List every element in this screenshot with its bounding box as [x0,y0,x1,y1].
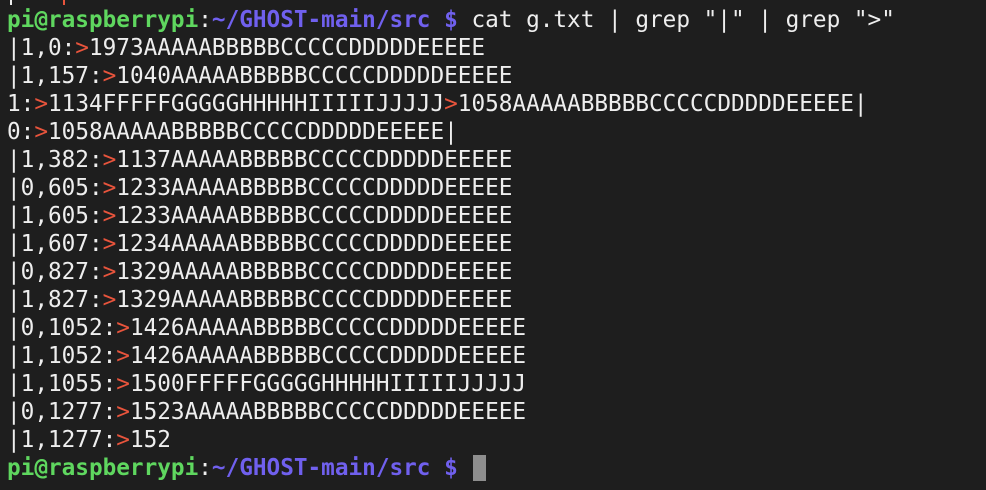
line-content: 1137AAAAABBBBBCCCCCDDDDDEEEEE [116,147,513,173]
current-prompt-line[interactable]: pi@raspberrypi:~/GHOST-main/src $ [7,454,986,482]
match-arrow: > [102,287,117,313]
line-content: 1500FFFFFGGGGGHHHHHIIIIIJJJJJ [129,371,527,397]
match-arrow: > [116,427,130,453]
output-line: 1:>1134FFFFFGGGGGHHHHHIIIIIJJJJJ>1058AAA… [7,90,986,118]
prompt-separator: : [198,455,212,481]
match-arrow: > [116,315,130,341]
output-line: |1,0:>1973AAAAABBBBBCCCCCDDDDDEEEEE [7,34,986,62]
line-prefix: 1: [7,91,35,117]
line-prefix: 0: [7,119,35,145]
output-line: |1,1055:>1500FFFFFGGGGGHHHHHIIIIIJJJJJ [7,370,986,398]
output-line: |1,157:>1040AAAAABBBBBCCCCCDDDDDEEEEE [7,62,986,90]
line-prefix: |0,827: [7,259,103,285]
line-prefix: |1,1055: [7,371,117,397]
match-arrow: > [116,343,130,369]
line-prefix: |1,827: [7,287,103,313]
match-arrow: > [444,91,458,117]
line-content: 1233AAAAABBBBBCCCCCDDDDDEEEEE [116,203,513,229]
line-prefix: |1,382: [7,147,103,173]
output-line: |0,1277:>1523AAAAABBBBBCCCCCDDDDDEEEEE [7,398,986,426]
line-prefix: |0,605: [7,175,103,201]
output-line: |1,1277:>152 [7,426,986,454]
match-arrow: > [75,35,89,61]
output-line: |0,827:>1329AAAAABBBBBCCCCCDDDDDEEEEE [7,258,986,286]
line-content: 152 [129,427,171,453]
terminal-window[interactable]: pi@raspberrypi:~/GHOST-main/src $ cat g.… [0,0,986,490]
line-prefix: |1,607: [7,231,103,257]
prompt-symbol: $ [430,455,472,481]
line-prefix: |1,1277: [7,427,117,453]
line-prefix: |1,605: [7,203,103,229]
line-prefix: |0,1052: [7,315,117,341]
line-prefix: |0,1277: [7,399,117,425]
line-content: 1523AAAAABBBBBCCCCCDDDDDEEEEE [129,399,527,425]
output-line: |1,607:>1234AAAAABBBBBCCCCCDDDDDEEEEE [7,230,986,258]
line-content: 1329AAAAABBBBBCCCCCDDDDDEEEEE [116,259,513,285]
line-prefix: |1,157: [7,63,103,89]
match-arrow: > [102,63,117,89]
match-arrow: > [34,91,48,117]
line-content: 1058AAAAABBBBBCCCCCDDDDDEEEEE| [48,119,458,145]
match-arrow: > [34,119,48,145]
output-line: |0,605:>1233AAAAABBBBBCCCCCDDDDDEEEEE [7,174,986,202]
prompt-user-host: pi@raspberrypi [7,7,199,33]
line-prefix: |1,1052: [7,343,117,369]
line-content: 1426AAAAABBBBBCCCCCDDDDDEEEEE [129,315,527,341]
line-content: 1040AAAAABBBBBCCCCCDDDDDEEEEE [116,63,513,89]
line-content: 1233AAAAABBBBBCCCCCDDDDDEEEEE [116,175,513,201]
line-content: 1134FFFFFGGGGGHHHHHIIIIIJJJJJ [48,91,445,117]
output-line: |0,1052:>1426AAAAABBBBBCCCCCDDDDDEEEEE [7,314,986,342]
output-line: |1,605:>1233AAAAABBBBBCCCCCDDDDDEEEEE [7,202,986,230]
match-arrow: > [116,399,130,425]
text-cursor[interactable] [473,455,487,481]
match-arrow: > [116,371,130,397]
command-line: pi@raspberrypi:~/GHOST-main/src $ cat g.… [7,6,986,34]
line-content: 1329AAAAABBBBBCCCCCDDDDDEEEEE [116,287,513,313]
match-arrow: > [102,203,117,229]
line-content: 1234AAAAABBBBBCCCCCDDDDDEEEEE [116,231,513,257]
prompt-cwd: ~/GHOST-main/src [211,7,431,33]
match-arrow: > [102,259,117,285]
match-arrow: > [102,175,117,201]
prompt-user-host: pi@raspberrypi [7,455,199,481]
line-content: 1426AAAAABBBBBCCCCCDDDDDEEEEE [129,343,527,369]
match-arrow: > [102,231,117,257]
prompt-separator: : [198,7,212,33]
prompt-cwd: ~/GHOST-main/src [211,455,431,481]
output-line: |1,382:>1137AAAAABBBBBCCCCCDDDDDEEEEE [7,146,986,174]
command-text: cat g.txt | grep "|" | grep ">" [471,7,895,33]
output-line: 0:>1058AAAAABBBBBCCCCCDDDDDEEEEE| [7,118,986,146]
prompt-symbol: $ [430,7,472,33]
output-line: |1,827:>1329AAAAABBBBBCCCCCDDDDDEEEEE [7,286,986,314]
line-prefix: |1,0: [7,35,76,61]
terminal-output: pi@raspberrypi:~/GHOST-main/src $ cat g.… [7,6,986,482]
line-content: 1058AAAAABBBBBCCCCCDDDDDEEEEE| [457,91,868,117]
line-content: 1973AAAAABBBBBCCCCCDDDDDEEEEE [88,35,486,61]
output-line: |1,1052:>1426AAAAABBBBBCCCCCDDDDDEEEEE [7,342,986,370]
match-arrow: > [102,147,117,173]
